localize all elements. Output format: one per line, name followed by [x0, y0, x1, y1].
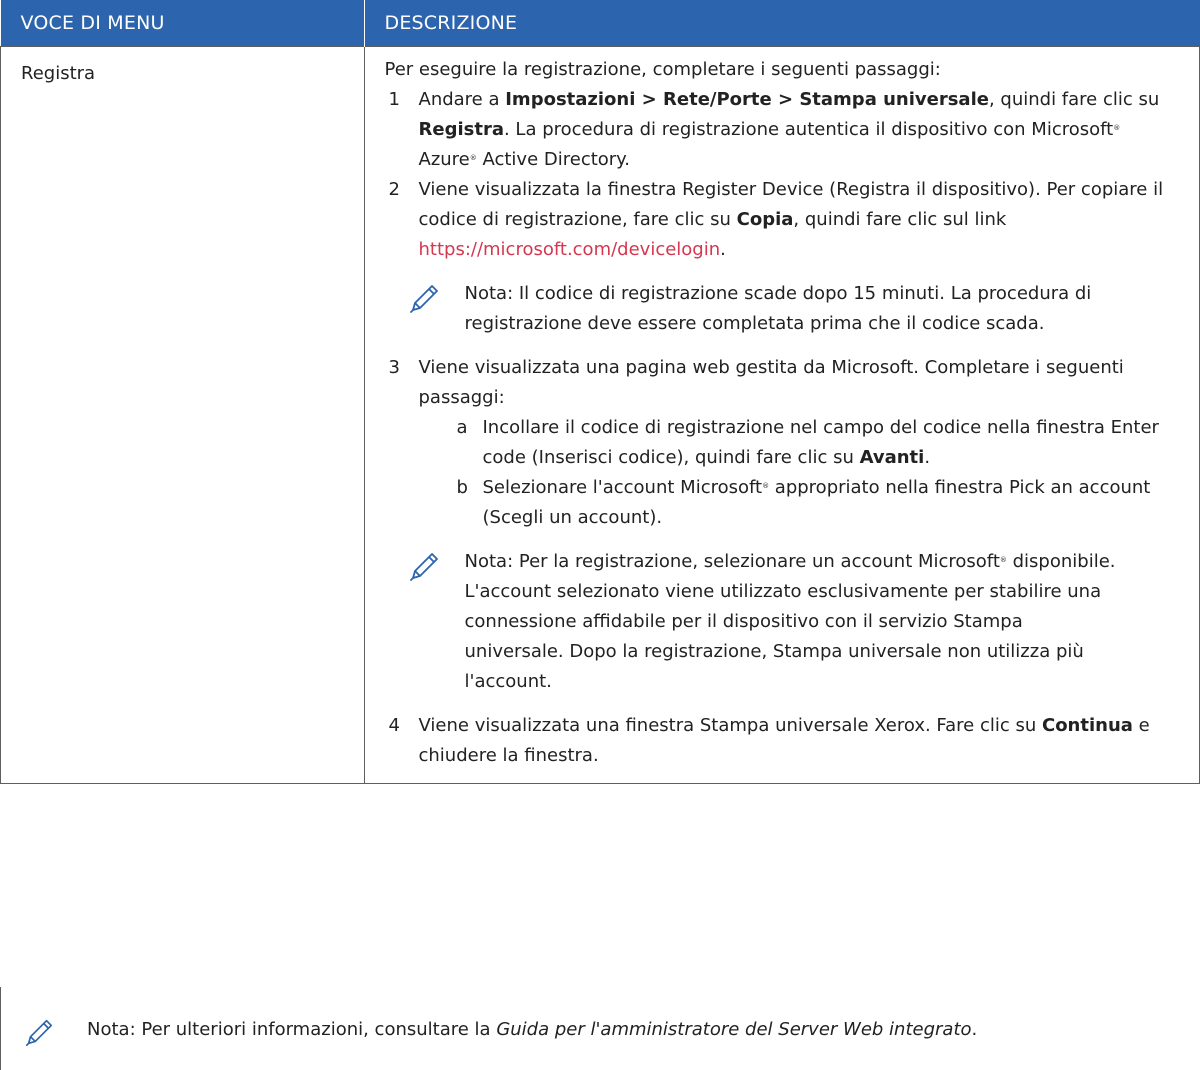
- avanti-label: Avanti: [859, 447, 925, 468]
- step-number: 2: [388, 179, 400, 200]
- footer-note-text: Nota: Per ulteriori informazioni, consul…: [87, 1019, 978, 1040]
- substep-a: a Incollare il codice di registrazione n…: [385, 413, 1180, 473]
- step-text: Active Directory.: [476, 149, 630, 170]
- note-text: Nota: Il codice di registrazione scade d…: [464, 283, 1092, 334]
- step-1: 1 Andare a Impostazioni > Rete/Porte > S…: [385, 85, 1180, 175]
- page: VOCE DI MENU DESCRIZIONE Registra Per es…: [0, 0, 1200, 1070]
- substep-text: .: [924, 447, 931, 468]
- step-text: , quindi fare clic su: [988, 89, 1160, 110]
- device-login-link[interactable]: https://microsoft.com/devicelogin: [419, 239, 721, 260]
- pencil-icon: [409, 553, 438, 581]
- step-text: , quindi fare clic sul link: [793, 209, 1007, 230]
- step-text: Viene visualizzata una pagina web gestit…: [418, 357, 1124, 408]
- header-menu-item: VOCE DI MENU: [0, 0, 365, 47]
- step-text: Azure: [418, 149, 470, 170]
- step-2: 2 Viene visualizzata la finestra Registe…: [385, 175, 1180, 265]
- menu-path: Impostazioni > Rete/Porte > Stampa unive…: [505, 89, 989, 110]
- step-text: Viene visualizzata una finestra Stampa u…: [418, 715, 1042, 736]
- step-text: Andare a: [418, 89, 506, 110]
- note-text: Nota: Per la registrazione, selezionare …: [464, 551, 1116, 692]
- registered-mark: ®: [762, 482, 770, 490]
- substep-letter: a: [456, 417, 468, 438]
- step-3: 3 Viene visualizzata una pagina web gest…: [385, 353, 1180, 413]
- header-description: DESCRIZIONE: [364, 0, 1200, 47]
- intro-text: Per eseguire la registrazione, completar…: [384, 59, 941, 80]
- substep-b: b Selezionare l'account Microsoft® appro…: [385, 473, 1180, 533]
- step-number: 1: [388, 89, 400, 110]
- guide-title: Guida per l'amministratore del Server We…: [496, 1019, 972, 1040]
- table-header-row: VOCE DI MENU DESCRIZIONE: [0, 0, 1200, 47]
- footer-note: Nota: Per ulteriori informazioni, consul…: [0, 987, 1200, 1070]
- step-text: . La procedura di registrazione autentic…: [503, 119, 1114, 140]
- step-number: 4: [388, 715, 400, 736]
- registered-mark: ®: [469, 154, 477, 162]
- pencil-icon: [25, 1019, 53, 1047]
- substep-letter: b: [456, 477, 468, 498]
- menu-item-description: Per eseguire la registrazione, completar…: [363, 46, 1200, 784]
- substep-text: Selezionare l'account Microsoft: [482, 477, 763, 498]
- menu-table: VOCE DI MENU DESCRIZIONE Registra Per es…: [0, 0, 1200, 784]
- menu-item-name: Registra: [0, 46, 365, 784]
- registra-label: Registra: [418, 119, 504, 140]
- note-account: Nota: Per la registrazione, selezionare …: [405, 547, 1180, 697]
- step-4: 4 Viene visualizzata una finestra Stampa…: [385, 711, 1180, 771]
- table-row: Registra Per eseguire la registrazione, …: [0, 46, 1200, 784]
- step-text: .: [720, 239, 726, 260]
- pencil-icon: [409, 285, 438, 313]
- copia-label: Copia: [736, 209, 794, 230]
- substep-text: Incollare il codice di registrazione nel…: [482, 417, 1159, 468]
- registered-mark: ®: [999, 556, 1007, 564]
- registered-mark: ®: [1113, 124, 1121, 132]
- note-expiry: Nota: Il codice di registrazione scade d…: [405, 279, 1180, 339]
- step-number: 3: [388, 357, 400, 378]
- continua-label: Continua: [1041, 715, 1133, 736]
